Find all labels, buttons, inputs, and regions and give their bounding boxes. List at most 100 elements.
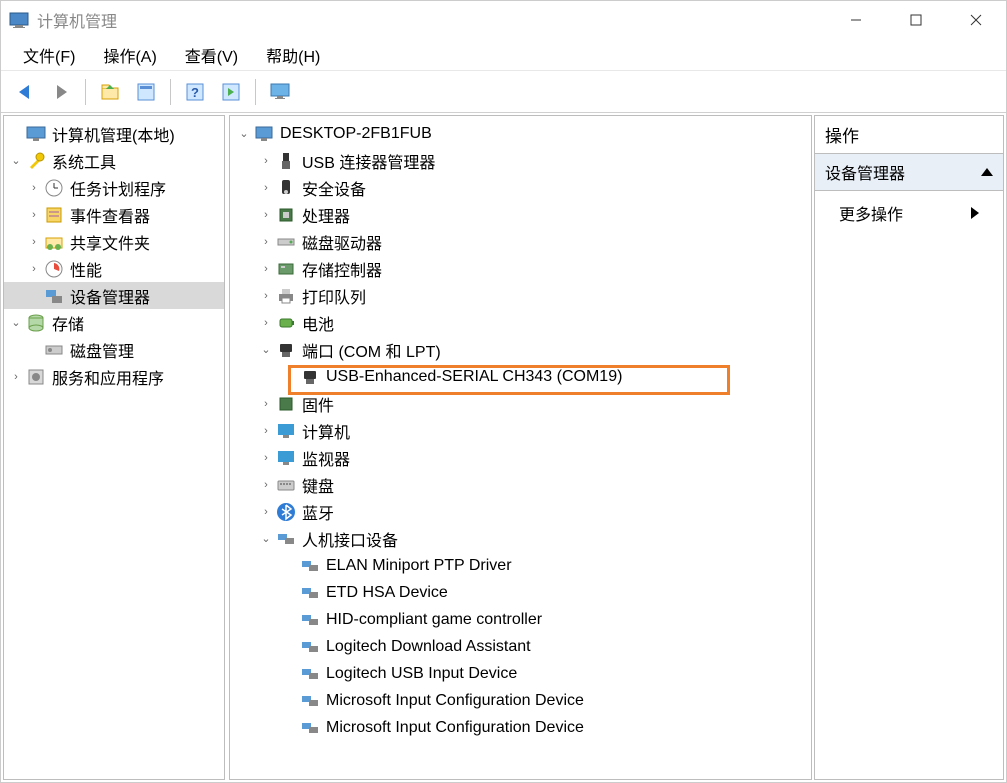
expand-icon[interactable]: ›: [26, 207, 42, 223]
collapse-icon[interactable]: ⌄: [8, 315, 24, 331]
device-hid-item[interactable]: Microsoft Input Configuration Device: [230, 687, 811, 714]
hid-device-icon: [300, 583, 320, 603]
device-security[interactable]: › 安全设备: [230, 174, 811, 201]
expand-icon[interactable]: ›: [258, 396, 274, 412]
back-button[interactable]: [8, 76, 42, 108]
help-button[interactable]: ?: [178, 76, 212, 108]
device-firmware[interactable]: › 固件: [230, 390, 811, 417]
device-monitors[interactable]: › 监视器: [230, 444, 811, 471]
menu-action[interactable]: 操作(A): [89, 39, 170, 71]
actions-more[interactable]: 更多操作: [815, 191, 1003, 235]
device-keyboards[interactable]: › 键盘: [230, 471, 811, 498]
tree-services-apps[interactable]: › 服务和应用程序: [4, 363, 224, 390]
device-hid-item[interactable]: ETD HSA Device: [230, 579, 811, 606]
device-processors[interactable]: › 处理器: [230, 201, 811, 228]
up-folder-button[interactable]: [93, 76, 127, 108]
tree-label: 系统工具: [52, 149, 116, 173]
window-title: 计算机管理: [37, 8, 826, 32]
tree-shared-folders[interactable]: › 共享文件夹: [4, 228, 224, 255]
actions-pane: 操作 设备管理器 更多操作: [814, 115, 1004, 780]
device-root[interactable]: ⌄ DESKTOP-2FB1FUB: [230, 120, 811, 147]
actions-section[interactable]: 设备管理器: [815, 154, 1003, 191]
maximize-button[interactable]: [886, 1, 946, 39]
tree-label: 磁盘驱动器: [302, 230, 382, 254]
refresh-button[interactable]: [214, 76, 248, 108]
expand-icon[interactable]: ›: [258, 315, 274, 331]
tree-label: 共享文件夹: [70, 230, 150, 254]
minimize-button[interactable]: [826, 1, 886, 39]
battery-icon: [276, 313, 296, 333]
expand-icon[interactable]: ›: [258, 450, 274, 466]
expand-icon[interactable]: ›: [26, 180, 42, 196]
device-storage-controllers[interactable]: › 存储控制器: [230, 255, 811, 282]
expand-icon[interactable]: ›: [258, 234, 274, 250]
tree-task-scheduler[interactable]: › 任务计划程序: [4, 174, 224, 201]
properties-button[interactable]: [129, 76, 163, 108]
clock-icon: [44, 178, 64, 198]
expand-icon[interactable]: ›: [258, 180, 274, 196]
tree-root[interactable]: 计算机管理(本地): [4, 120, 224, 147]
device-computer[interactable]: › 计算机: [230, 417, 811, 444]
disk-drive-icon: [276, 232, 296, 252]
device-batteries[interactable]: › 电池: [230, 309, 811, 336]
collapse-icon[interactable]: ⌄: [258, 342, 274, 358]
actions-more-label: 更多操作: [839, 201, 903, 225]
storage-icon: [26, 313, 46, 333]
device-serial-port[interactable]: USB-Enhanced-SERIAL CH343 (COM19): [230, 363, 811, 390]
tree-label: DESKTOP-2FB1FUB: [280, 125, 432, 143]
main-area: 计算机管理(本地) ⌄ 系统工具 › 任务计划程序 › 事件查看器: [1, 113, 1006, 782]
tree-disk-management[interactable]: 磁盘管理: [4, 336, 224, 363]
device-manager-icon: [44, 286, 64, 306]
tree-label: USB-Enhanced-SERIAL CH343 (COM19): [326, 368, 622, 386]
menu-view[interactable]: 查看(V): [171, 39, 252, 71]
expand-icon[interactable]: ›: [258, 504, 274, 520]
device-print-queues[interactable]: › 打印队列: [230, 282, 811, 309]
device-ports[interactable]: ⌄ 端口 (COM 和 LPT): [230, 336, 811, 363]
device-disk-drives[interactable]: › 磁盘驱动器: [230, 228, 811, 255]
device-hid-item[interactable]: Microsoft Input Configuration Device: [230, 714, 811, 741]
tree-device-manager[interactable]: 设备管理器: [4, 282, 224, 309]
tree-label: Microsoft Input Configuration Device: [326, 719, 584, 737]
printer-icon: [276, 286, 296, 306]
forward-button[interactable]: [44, 76, 78, 108]
collapse-icon[interactable]: ⌄: [8, 153, 24, 169]
toolbar-separator: [85, 79, 86, 105]
expand-icon[interactable]: ›: [258, 153, 274, 169]
device-bluetooth[interactable]: › 蓝牙: [230, 498, 811, 525]
actions-header: 操作: [815, 116, 1003, 154]
toolbar-separator: [170, 79, 171, 105]
tree-label: 电池: [302, 311, 334, 335]
device-hid-item[interactable]: Logitech USB Input Device: [230, 660, 811, 687]
expand-icon[interactable]: ›: [26, 261, 42, 277]
computer-mgmt-icon: [26, 124, 46, 144]
device-hid-item[interactable]: ELAN Miniport PTP Driver: [230, 552, 811, 579]
tree-label: 计算机管理(本地): [52, 122, 175, 146]
menu-help[interactable]: 帮助(H): [252, 39, 334, 71]
menu-file[interactable]: 文件(F): [9, 39, 89, 71]
device-hid-item[interactable]: HID-compliant game controller: [230, 606, 811, 633]
tree-event-viewer[interactable]: › 事件查看器: [4, 201, 224, 228]
blank-expander: [8, 126, 24, 142]
cpu-icon: [276, 205, 296, 225]
collapse-icon[interactable]: ⌄: [236, 126, 252, 142]
device-hid-item[interactable]: Logitech Download Assistant: [230, 633, 811, 660]
tree-performance[interactable]: › 性能: [4, 255, 224, 282]
device-hid[interactable]: ⌄ 人机接口设备: [230, 525, 811, 552]
expand-icon[interactable]: ›: [8, 369, 24, 385]
center-pane: ⌄ DESKTOP-2FB1FUB › USB 连接器管理器 › 安全设备 ›: [229, 115, 812, 780]
device-usb-connector[interactable]: › USB 连接器管理器: [230, 147, 811, 174]
expand-icon[interactable]: ›: [258, 288, 274, 304]
expand-icon[interactable]: ›: [258, 261, 274, 277]
close-button[interactable]: [946, 1, 1006, 39]
expand-icon[interactable]: ›: [26, 234, 42, 250]
collapse-icon[interactable]: ⌄: [258, 531, 274, 547]
expand-icon[interactable]: ›: [258, 477, 274, 493]
tree-system-tools[interactable]: ⌄ 系统工具: [4, 147, 224, 174]
expand-icon[interactable]: ›: [258, 207, 274, 223]
expand-icon[interactable]: ›: [258, 423, 274, 439]
tree-label: 任务计划程序: [70, 176, 166, 200]
services-icon: [26, 367, 46, 387]
monitor-button[interactable]: [263, 76, 297, 108]
tree-storage[interactable]: ⌄ 存储: [4, 309, 224, 336]
tree-label: 端口 (COM 和 LPT): [302, 338, 441, 362]
